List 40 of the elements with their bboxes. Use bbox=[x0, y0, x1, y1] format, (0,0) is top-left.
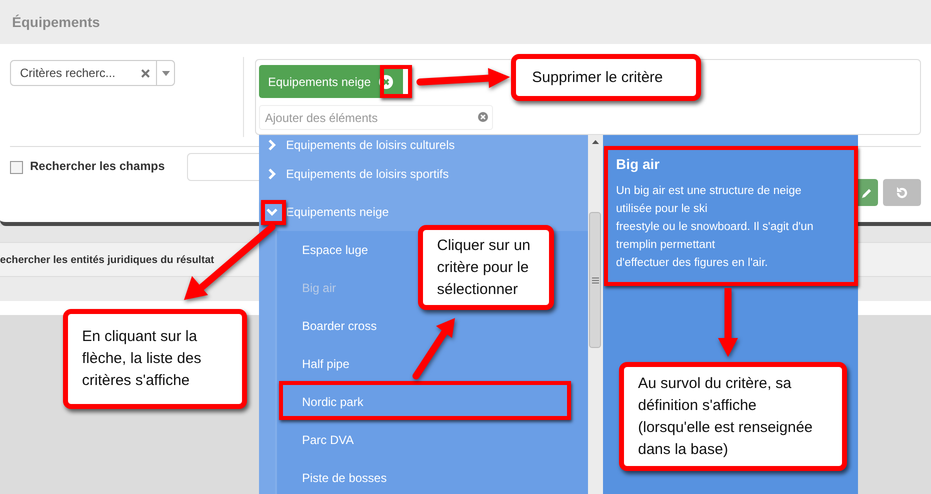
reset-button[interactable] bbox=[883, 179, 921, 206]
callout-text: En cliquant sur la flèche, la liste des critères s'affiche bbox=[82, 327, 202, 391]
criterion-item[interactable]: Half pipe bbox=[302, 357, 350, 371]
callout-text: Au survol du critère, sa définition s'affiche (lorsqu'elle est renseignée dans la base) bbox=[638, 374, 813, 460]
grip-icon bbox=[592, 276, 598, 284]
scroll-up-icon[interactable] bbox=[592, 140, 599, 144]
chevron-down-icon[interactable] bbox=[266, 206, 278, 218]
checkbox-label: Rechercher les champs bbox=[30, 159, 165, 173]
criterion-item[interactable]: Piste de bosses bbox=[302, 471, 387, 485]
highlight-frame bbox=[380, 65, 412, 98]
criterion-item[interactable]: Espace luge bbox=[302, 243, 368, 257]
criteria-select[interactable]: Critères recherc... bbox=[10, 60, 175, 86]
criterion-item[interactable]: Nordic park bbox=[302, 395, 364, 409]
remove-icon[interactable] bbox=[378, 74, 393, 88]
chevron-right-icon[interactable] bbox=[266, 139, 278, 151]
chevron-right-icon[interactable] bbox=[266, 168, 278, 180]
add-input[interactable]: Ajouter des éléments bbox=[259, 105, 493, 130]
category-item[interactable]: Equipements de loisirs culturels bbox=[259, 135, 588, 155]
scrollbar[interactable] bbox=[588, 135, 603, 494]
criterion-item[interactable]: Boarder cross bbox=[302, 319, 377, 333]
reset-icon bbox=[895, 186, 909, 200]
criterion-item[interactable]: Parc DVA bbox=[302, 433, 354, 447]
criterion-item[interactable]: Big air bbox=[302, 281, 336, 295]
result-link[interactable]: echercher les entités juridiques du résultat bbox=[0, 254, 214, 266]
callout-text: Supprimer le critère bbox=[532, 68, 663, 88]
definition-text: Un big air est une structure de neige utilisée pour le ski freestyle ou le snowboard. Il s'agit d'un tremplin permettant d'effectuer des figures en l'air. bbox=[616, 184, 814, 271]
tag-label: Equipements neige bbox=[268, 74, 371, 88]
dialog-title: Équipements bbox=[12, 14, 100, 30]
category-item[interactable]: Equipements neige bbox=[259, 193, 588, 231]
definition-title: Big air bbox=[616, 156, 661, 172]
arrow bbox=[718, 288, 738, 357]
highlight-frame bbox=[261, 200, 286, 225]
clear-icon[interactable] bbox=[478, 112, 488, 122]
pencil-icon bbox=[860, 186, 872, 198]
checkbox[interactable] bbox=[10, 161, 23, 174]
category-item[interactable]: Equipements de loisirs sportifs bbox=[259, 155, 588, 193]
callout-text: Cliquer sur un critère pour le sélectionner bbox=[437, 236, 530, 300]
arrow bbox=[412, 318, 455, 380]
clear-icon[interactable] bbox=[141, 68, 150, 78]
caret-icon bbox=[162, 70, 170, 76]
